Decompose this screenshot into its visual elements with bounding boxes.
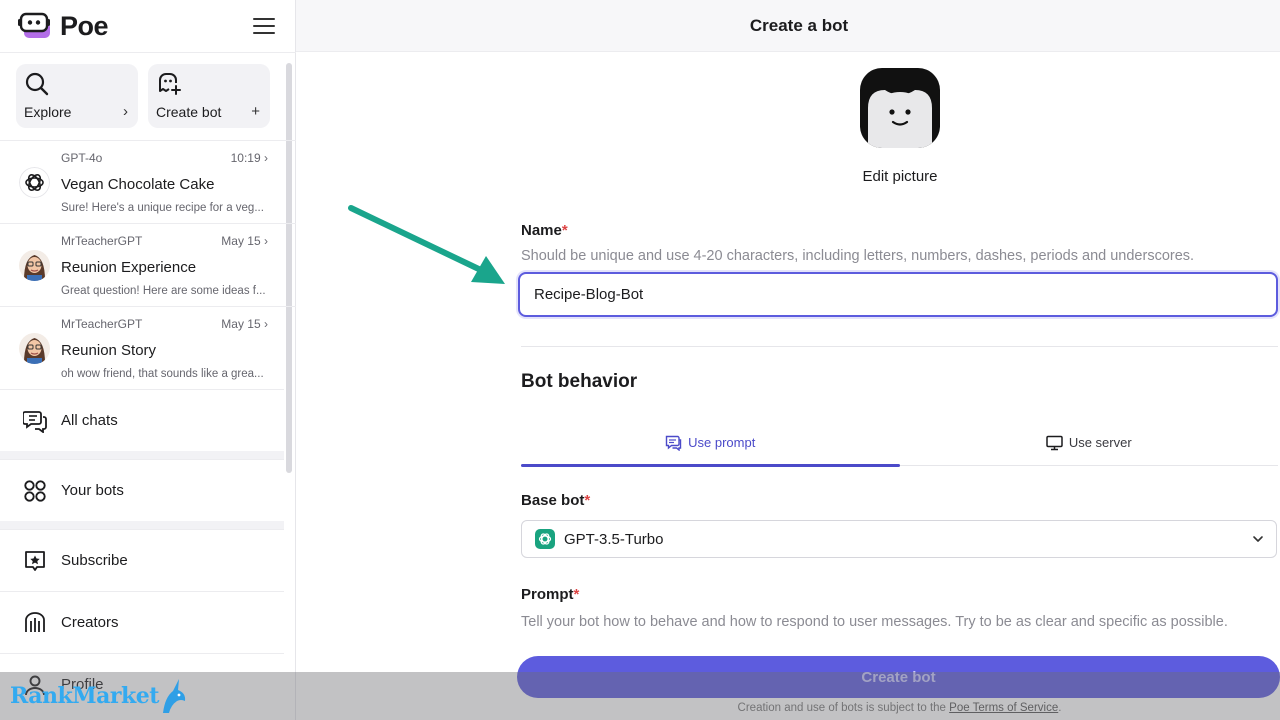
prompt-hint: Tell your bot how to behave and how to r… (521, 614, 1228, 630)
hamburger-menu-icon[interactable] (251, 15, 277, 37)
chat-time: 10:19 › (230, 151, 268, 165)
nav-item-subscribe[interactable]: Subscribe (0, 529, 284, 591)
annotation-arrow-icon (348, 205, 505, 284)
openai-avatar-icon (19, 167, 50, 198)
prompt-chat-icon (665, 435, 682, 451)
tab-use-prompt[interactable]: Use prompt (521, 420, 900, 467)
chat-preview: oh wow friend, that sounds like a grea..… (61, 368, 264, 380)
chat-meta: GPT-4o 10:19 › (61, 151, 268, 165)
unicorn-logo-icon (162, 679, 186, 713)
divider (0, 451, 284, 459)
create-bot-shortcut-label: Create bot (156, 104, 222, 120)
page-header: Create a bot (296, 0, 1280, 52)
watermark-logo: RankMarket (10, 676, 189, 716)
chat-time: May 15 › (221, 317, 268, 331)
chat-title: Reunion Experience (61, 259, 197, 276)
chat-title: Vegan Chocolate Cake (61, 176, 215, 193)
poe-logo[interactable]: Poe (18, 10, 109, 42)
base-bot-value: GPT-3.5-Turbo (564, 530, 664, 548)
openai-logo-icon (535, 529, 555, 549)
tab-use-server[interactable]: Use server (900, 420, 1279, 465)
creators-icon (22, 610, 48, 636)
base-bot-select[interactable]: GPT-3.5-Turbo (521, 520, 1277, 558)
chat-bubbles-icon (22, 408, 48, 434)
bot-avatar-image[interactable] (860, 68, 940, 148)
chat-bot-name: MrTeacherGPT (61, 317, 143, 331)
watermark-text: RankMarket (10, 683, 159, 709)
app-name: Poe (60, 10, 109, 41)
nav-label: All chats (61, 412, 118, 429)
plus-icon: + (251, 103, 260, 120)
tab-label: Use prompt (688, 435, 756, 450)
chat-meta: MrTeacherGPT May 15 › (61, 317, 268, 331)
chat-time: May 15 › (221, 234, 268, 248)
chevron-down-icon (1253, 536, 1263, 542)
create-bot-form: Edit picture Name* Should be unique and … (296, 52, 1280, 720)
star-badge-icon (22, 548, 48, 574)
terms-notice: Creation and use of bots is subject to t… (737, 702, 1062, 714)
page-title: Create a bot (749, 15, 849, 35)
name-label: Name* (521, 222, 568, 239)
section-divider (521, 346, 1278, 347)
chat-preview: Great question! Here are some ideas f... (61, 285, 266, 297)
chat-bot-name: GPT-4o (61, 151, 103, 165)
tab-label: Use server (1068, 435, 1132, 450)
nav-label: Creators (61, 614, 119, 631)
chat-bot-name: MrTeacherGPT (61, 234, 143, 248)
bot-name-input[interactable] (518, 272, 1278, 317)
prompt-label: Prompt* (521, 586, 580, 603)
nav-label: Subscribe (61, 552, 128, 569)
nav-label: Your bots (61, 482, 124, 499)
create-bot-button[interactable]: Create bot (517, 656, 1280, 698)
edit-picture-button[interactable]: Edit picture (836, 168, 964, 185)
base-bot-label: Base bot* (521, 492, 591, 509)
divider (0, 521, 284, 529)
behavior-tabs: Use prompt Use server (521, 420, 1279, 467)
chat-meta: MrTeacherGPT May 15 › (61, 234, 268, 248)
nav-item-your-bots[interactable]: Your bots (0, 459, 284, 521)
explore-button[interactable]: Explore › (16, 64, 138, 128)
chat-list: GPT-4o 10:19 › Vegan Chocolate Cake Sure… (0, 140, 296, 389)
chat-item-reunion-experience[interactable]: MrTeacherGPT May 15 › Reunion Experience… (0, 223, 296, 306)
chevron-right-icon: › (123, 103, 128, 120)
terms-of-service-link[interactable]: Poe Terms of Service (949, 702, 1058, 714)
explore-label: Explore (24, 104, 72, 120)
teacher-avatar-icon (19, 250, 50, 281)
create-bot-shortcut[interactable]: Create bot + (148, 64, 270, 128)
bot-add-icon (159, 73, 181, 95)
search-icon (25, 72, 49, 96)
sidebar-content: Explore › Create bot + GPT-4o 10:19 › Ve… (0, 52, 296, 720)
chat-item-reunion-story[interactable]: MrTeacherGPT May 15 › Reunion Story oh w… (0, 306, 296, 389)
bots-grid-icon (22, 478, 48, 504)
quick-actions: Explore › Create bot + (0, 53, 296, 128)
nav-item-creators[interactable]: Creators (0, 591, 284, 653)
chat-title: Reunion Story (61, 342, 157, 359)
chat-item-vegan-chocolate-cake[interactable]: GPT-4o 10:19 › Vegan Chocolate Cake Sure… (0, 140, 296, 223)
name-hint: Should be unique and use 4-20 characters… (521, 248, 1195, 264)
monitor-icon (1046, 435, 1063, 450)
teacher-avatar-icon (19, 333, 50, 364)
sidebar-header: Poe (0, 0, 295, 52)
nav-item-all-chats[interactable]: All chats (0, 389, 284, 451)
chat-preview: Sure! Here's a unique recipe for a veg..… (61, 202, 264, 214)
poe-logo-icon (18, 12, 50, 38)
bot-behavior-heading: Bot behavior (521, 371, 638, 392)
sidebar: Poe Explore › Create bot + GPT-4o 10:19 … (0, 0, 296, 720)
